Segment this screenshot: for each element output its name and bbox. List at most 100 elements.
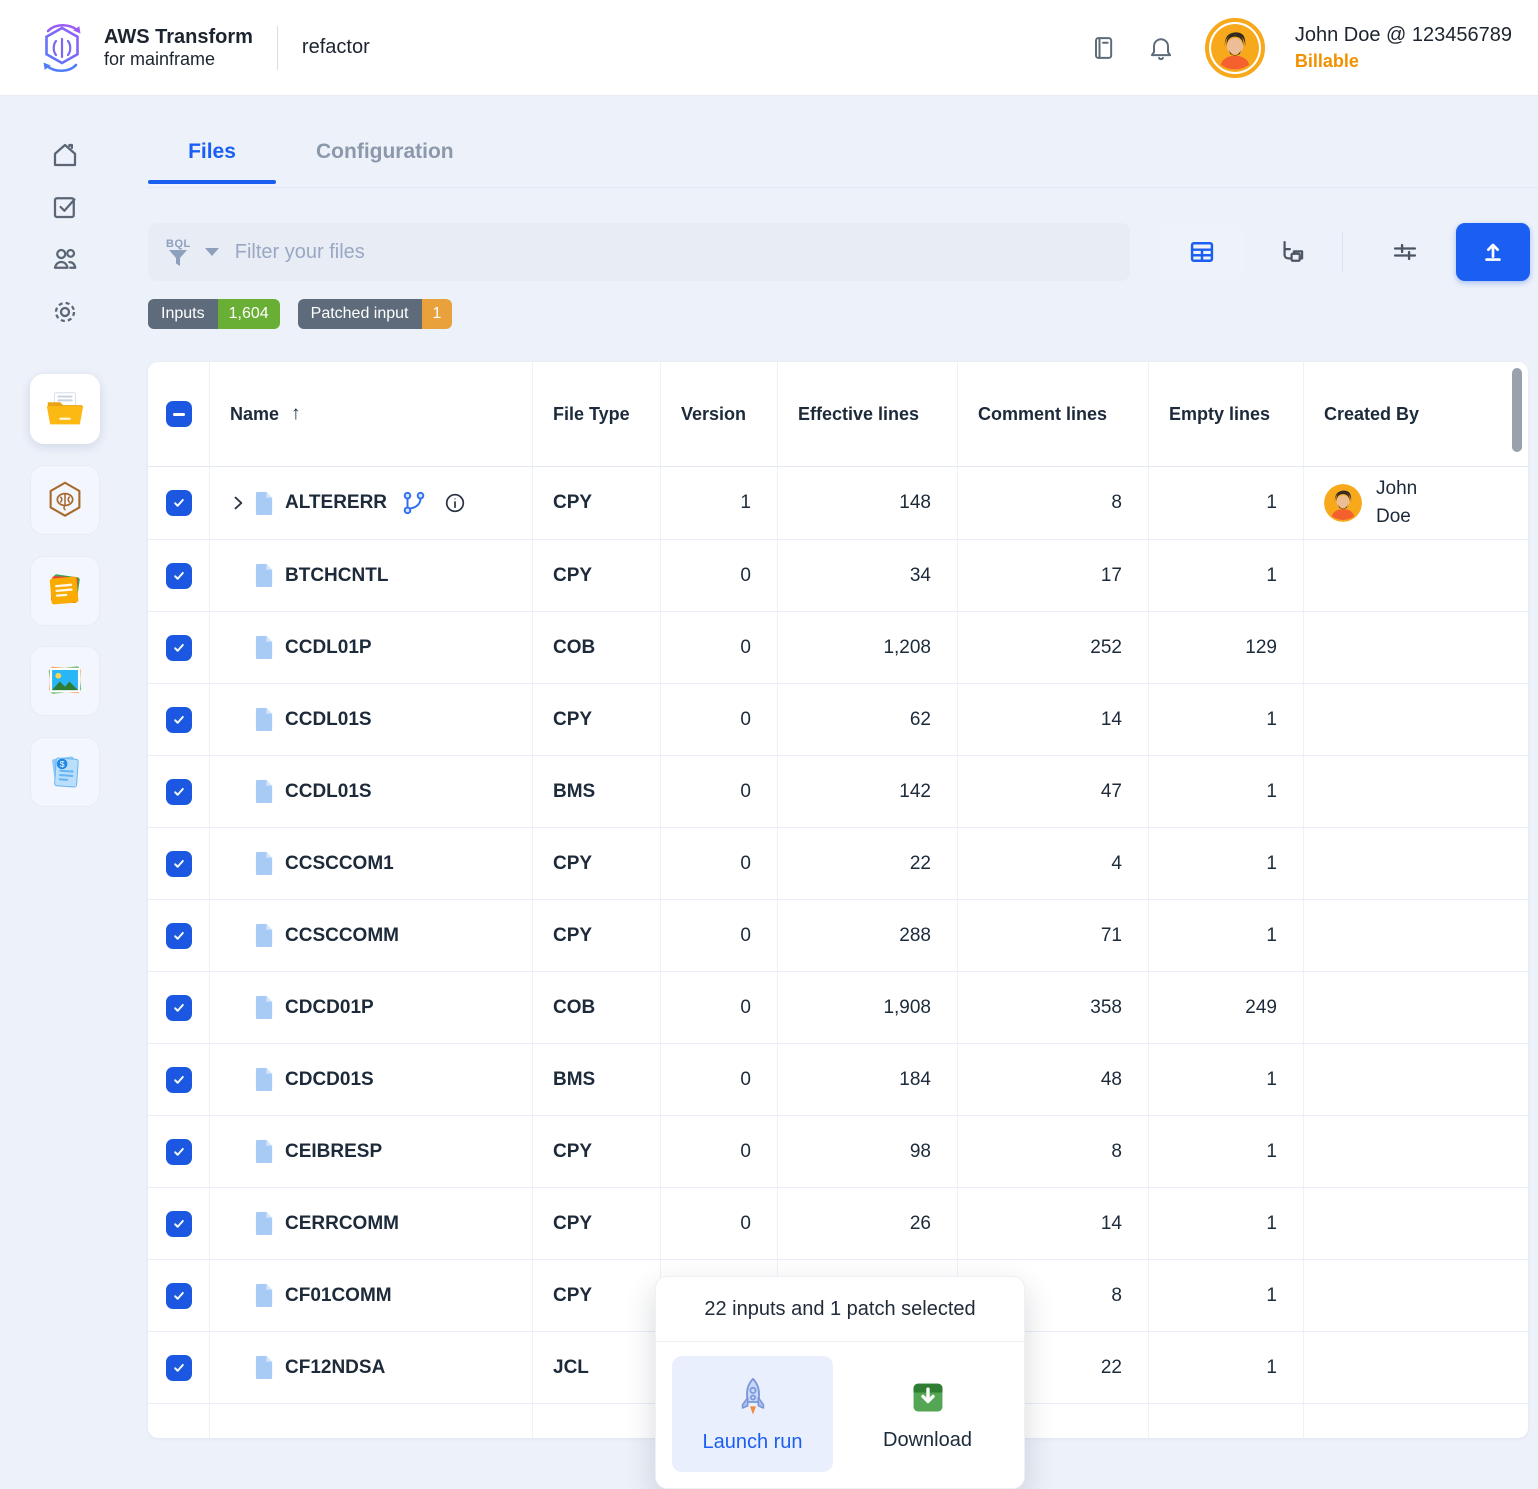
popup-actions: Launch run Download (656, 1342, 1024, 1488)
file-name-cell: ALTERERR (210, 467, 533, 539)
selection-summary: 22 inputs and 1 patch selected (656, 1277, 1024, 1342)
bql-label: BQL (166, 238, 191, 250)
comment-lines-cell: 8 (958, 467, 1149, 539)
column-header-file-type[interactable]: File Type (533, 362, 661, 467)
row-checkbox[interactable] (166, 1211, 192, 1237)
file-name-cell: BTCHCNTL (210, 539, 533, 611)
tasks-icon[interactable] (50, 192, 80, 222)
effective-lines-cell: 62 (778, 683, 958, 755)
home-icon[interactable] (50, 140, 80, 170)
settings-gear-icon[interactable] (50, 297, 80, 327)
file-type-cell: BMS (533, 1043, 661, 1115)
table-row: CCSCCOMMCPY0288711 (148, 899, 1528, 971)
column-header-name[interactable]: Name↑ (210, 362, 533, 467)
tab-configuration[interactable]: Configuration (316, 134, 454, 184)
row-checkbox[interactable] (166, 1283, 192, 1309)
file-name: CCSCCOMM (285, 925, 399, 947)
row-checkbox[interactable] (166, 851, 192, 877)
effective-lines-cell: 34 (778, 539, 958, 611)
empty-lines-cell: 1 (1149, 1259, 1304, 1331)
column-header-empty-lines[interactable]: Empty lines (1149, 362, 1304, 467)
row-checkbox-cell (148, 683, 210, 755)
effective-lines-cell: 1,208 (778, 611, 958, 683)
file-icon (254, 1283, 275, 1308)
filter-input[interactable] (233, 240, 1112, 265)
tab-files[interactable]: Files (148, 134, 276, 184)
file-name-cell: CF12NDSA (210, 1331, 533, 1403)
sidebar-files-folder-item[interactable] (30, 374, 100, 444)
table-scrollbar-thumb[interactable] (1512, 368, 1522, 452)
column-header-effective-lines[interactable]: Effective lines (778, 362, 958, 467)
launch-run-button[interactable]: Launch run (672, 1356, 833, 1472)
bql-filter-icon[interactable]: BQL (166, 238, 191, 266)
row-checkbox[interactable] (166, 490, 192, 516)
file-type-cell: CPY (533, 539, 661, 611)
download-button[interactable]: Download (847, 1356, 1008, 1472)
table-row: CDCD01SBMS0184481 (148, 1043, 1528, 1115)
file-name-cell: CDCD01P (210, 971, 533, 1043)
sidebar-ai-hexagon-item[interactable] (30, 465, 100, 535)
comment-lines-cell: 14 (958, 683, 1149, 755)
file-name: BTCHCNTL (285, 565, 388, 587)
file-icon (254, 779, 275, 804)
sidebar-billing-item[interactable]: $ (30, 737, 100, 807)
row-checkbox[interactable] (166, 923, 192, 949)
file-type-cell: COB (533, 971, 661, 1043)
comment-lines-cell: 252 (958, 611, 1149, 683)
sidebar-images-item[interactable] (30, 646, 100, 716)
selection-popup: 22 inputs and 1 patch selected Launch ru… (655, 1276, 1025, 1489)
patched-badge-label: Patched input (298, 299, 422, 329)
inputs-badge-label: Inputs (148, 299, 218, 329)
column-header-created-by[interactable]: Created By (1304, 362, 1528, 467)
tab-bar: Files Configuration (148, 134, 454, 184)
module-name: refactor (302, 36, 370, 59)
column-header-comment-lines[interactable]: Comment lines (958, 362, 1149, 467)
file-name: CCDL01S (285, 781, 372, 803)
tree-view-button[interactable] (1262, 223, 1320, 281)
empty-lines-cell: 129 (1149, 611, 1304, 683)
user-name: John Doe @ 123456789 (1295, 22, 1512, 49)
file-name-cell: CEIBRESP (210, 1115, 533, 1187)
created-by-cell (1304, 1115, 1528, 1187)
bell-icon[interactable] (1147, 34, 1175, 62)
row-checkbox-cell (148, 1043, 210, 1115)
version-cell: 0 (661, 827, 778, 899)
filter-dropdown-caret-icon[interactable] (205, 248, 219, 256)
row-checkbox[interactable] (166, 563, 192, 589)
row-checkbox-cell (148, 1115, 210, 1187)
file-name: CERRCOMM (285, 1213, 399, 1235)
branch-icon[interactable] (401, 490, 427, 516)
select-all-checkbox[interactable] (166, 401, 192, 427)
inputs-badge[interactable]: Inputs 1,604 (148, 299, 280, 329)
version-cell: 0 (661, 1187, 778, 1259)
table-row: CDCD01PCOB01,908358249 (148, 971, 1528, 1043)
column-settings-button[interactable] (1376, 223, 1434, 281)
table-view-icon (1188, 238, 1216, 266)
table-view-button[interactable] (1160, 223, 1244, 281)
svg-text:$: $ (60, 759, 65, 769)
row-checkbox[interactable] (166, 1355, 192, 1381)
docs-icon[interactable] (1089, 34, 1117, 62)
row-checkbox-cell (148, 1259, 210, 1331)
users-icon[interactable] (50, 244, 80, 274)
info-icon[interactable] (443, 491, 467, 515)
user-avatar[interactable] (1205, 18, 1265, 78)
row-checkbox[interactable] (166, 635, 192, 661)
row-checkbox[interactable] (166, 779, 192, 805)
version-cell: 1 (661, 467, 778, 539)
row-checkbox[interactable] (166, 1139, 192, 1165)
file-name-cell: CCSCCOM1 (210, 827, 533, 899)
upload-button[interactable] (1456, 223, 1530, 281)
sidebar-notes-item[interactable] (30, 556, 100, 626)
column-header-version[interactable]: Version (661, 362, 778, 467)
empty-lines-cell: 1 (1149, 539, 1304, 611)
chevron-right-icon[interactable] (228, 493, 248, 513)
patched-input-badge[interactable]: Patched input 1 (298, 299, 453, 329)
row-checkbox[interactable] (166, 995, 192, 1021)
empty-lines-cell: 1 (1149, 899, 1304, 971)
file-type-cell: CPY (533, 1259, 661, 1331)
file-type-cell: COB (533, 611, 661, 683)
created-by-cell (1304, 683, 1528, 755)
row-checkbox[interactable] (166, 707, 192, 733)
row-checkbox[interactable] (166, 1067, 192, 1093)
